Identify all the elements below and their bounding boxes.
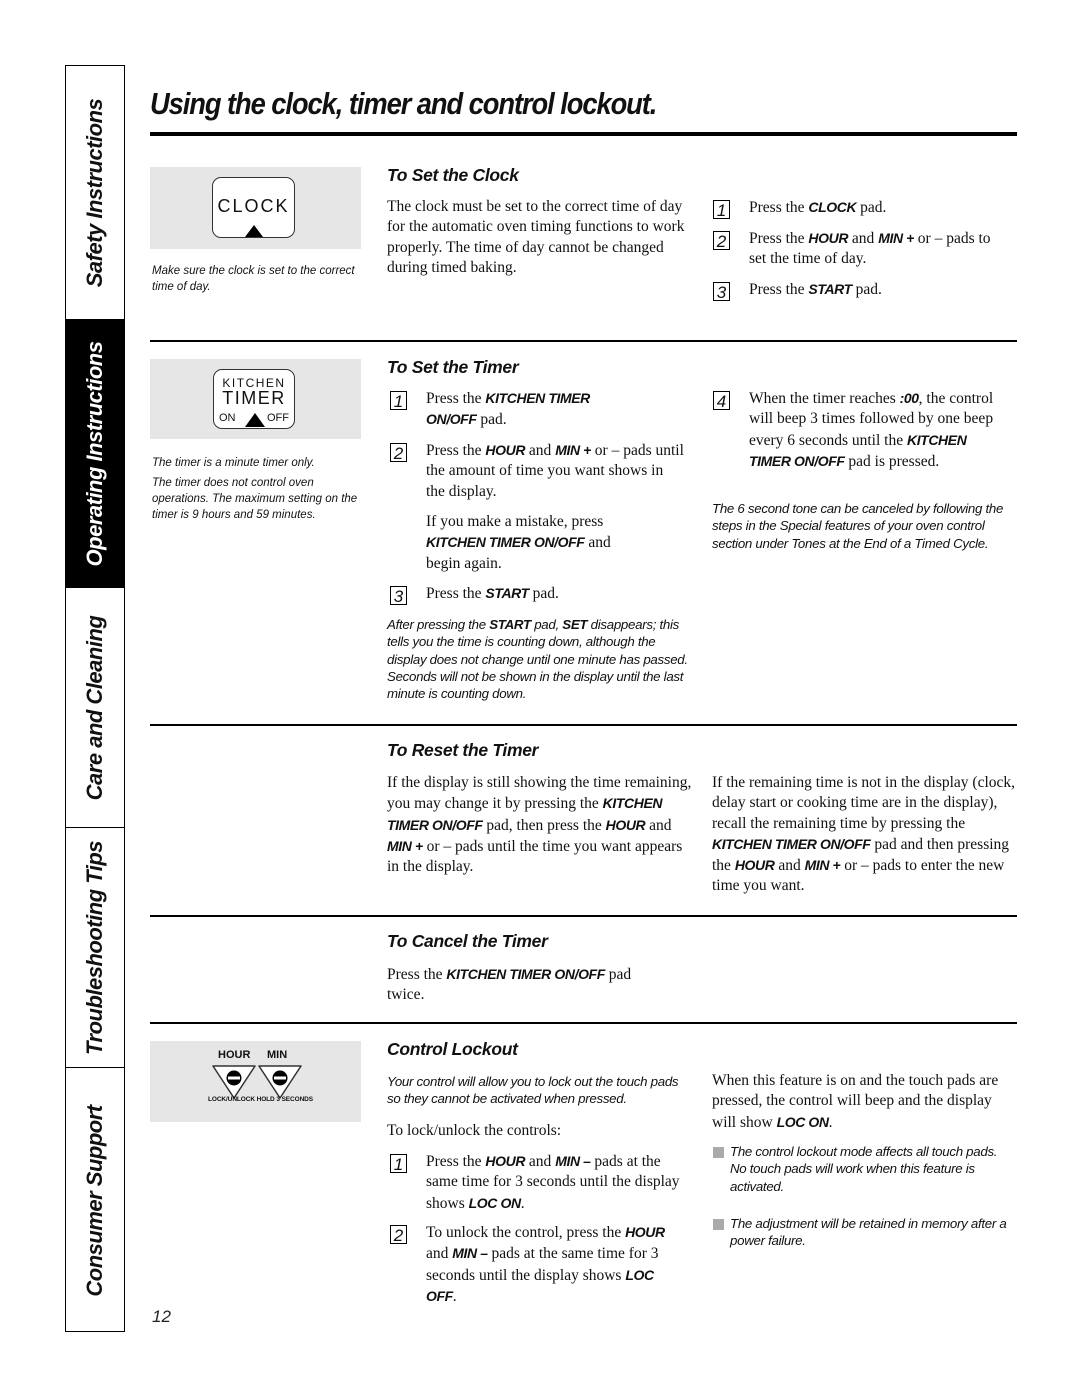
hour-min-minus-pads <box>212 1065 302 1099</box>
hour-minus-pad-icon <box>212 1065 256 1099</box>
step-number: 2 <box>390 1225 407 1245</box>
lockout-bullet-1: The control lockout mode affects all tou… <box>730 1144 998 1194</box>
step-number: 1 <box>390 1154 407 1174</box>
page-title: Using the clock, timer and control locko… <box>150 86 657 121</box>
bullet-icon <box>713 1219 724 1230</box>
timer-step-2: 2 Press the HOUR and MIN + or – pads unt… <box>390 440 690 504</box>
lockout-intro: Your control will allow you to lock out … <box>387 1074 679 1107</box>
tab-label: Operating Instructions <box>82 341 107 566</box>
timer-caption-2: The timer does not control oven operatio… <box>152 477 358 521</box>
lockout-bullet-2: The adjustment will be retained in memor… <box>730 1216 1007 1249</box>
tab-operating-instructions[interactable]: Operating Instructions <box>66 320 124 588</box>
step-number: 3 <box>390 586 407 606</box>
section-divider <box>150 915 1017 917</box>
kitchen-timer-pad: KITCHEN TIMER ON OFF <box>213 369 295 429</box>
step-number: 1 <box>713 200 730 220</box>
tab-troubleshooting-tips[interactable]: Troubleshooting Tips <box>66 828 124 1068</box>
tab-label: Consumer Support <box>82 1104 107 1297</box>
tab-care-and-cleaning[interactable]: Care and Cleaning <box>66 588 124 828</box>
clock-caption: Make sure the clock is set to the correc… <box>152 265 355 293</box>
up-arrow-icon <box>245 225 263 237</box>
title-rule <box>150 132 1017 136</box>
cancel-timer-heading: To Cancel the Timer <box>387 931 548 951</box>
step-number: 3 <box>713 282 730 302</box>
section-divider <box>150 340 1017 342</box>
step-number: 2 <box>390 443 407 463</box>
step-number: 2 <box>713 231 730 251</box>
section-tabs: Safety Instructions Operating Instructio… <box>65 65 125 1332</box>
up-arrow-icon <box>245 413 265 427</box>
tab-consumer-support[interactable]: Consumer Support <box>66 1068 124 1333</box>
timer-step-1: 1 Press the KITCHEN TIMER ON/OFF pad. <box>390 388 690 430</box>
clock-pad-label: CLOCK <box>217 196 290 216</box>
section-divider <box>150 724 1017 726</box>
lockout-lead: To lock/unlock the controls: <box>387 1122 562 1139</box>
clock-step-1: 1 Press the CLOCK pad. <box>713 197 1013 220</box>
step-number: 1 <box>390 391 407 411</box>
step-number: 4 <box>713 391 730 411</box>
reset-timer-left: If the display is still showing the time… <box>387 774 692 876</box>
tab-label: Care and Cleaning <box>82 615 107 800</box>
control-lockout-heading: Control Lockout <box>387 1039 518 1059</box>
set-clock-body: The clock must be set to the correct tim… <box>387 198 685 276</box>
reset-timer-heading: To Reset the Timer <box>387 740 539 760</box>
timer-start-note: After pressing the START pad, SET disapp… <box>387 617 688 702</box>
lockout-right-text: When this feature is on and the touch pa… <box>712 1072 999 1131</box>
page-number: 12 <box>152 1307 171 1326</box>
tone-note: The 6 second tone can be canceled by fol… <box>712 501 1004 551</box>
lock-note: LOCK/UNLOCK HOLD 3 SECONDS <box>208 1096 314 1103</box>
lock-pads-illustration: HOUR MIN LOCK/UNLOCK HOLD 3 SECONDS <box>150 1041 361 1122</box>
tab-label: Troubleshooting Tips <box>82 840 107 1055</box>
bullet-icon <box>713 1147 724 1158</box>
clock-step-2: 2 Press the HOUR and MIN + or – pads to … <box>713 228 1013 270</box>
timer-step-4: 4 When the timer reaches :00, the contro… <box>713 388 1013 493</box>
clock-pad: CLOCK <box>212 177 295 238</box>
cancel-timer-body: Press the KITCHEN TIMER ON/OFF pad twice… <box>387 966 632 1004</box>
set-timer-heading: To Set the Timer <box>387 357 519 377</box>
clock-step-3: 3 Press the START pad. <box>713 279 1013 302</box>
lockout-step-1: 1 Press the HOUR and MIN – pads at the s… <box>390 1151 690 1215</box>
timer-step-3: 3 Press the START pad. <box>390 583 690 606</box>
timer-caption-1: The timer is a minute timer only. <box>152 457 315 469</box>
tab-safety-instructions[interactable]: Safety Instructions <box>66 66 124 320</box>
timer-pad-illustration: KITCHEN TIMER ON OFF <box>150 359 361 439</box>
clock-pad-illustration: CLOCK <box>150 167 361 249</box>
lockout-step-2: 2 To unlock the control, press the HOUR … <box>390 1222 690 1306</box>
timer-mistake-note: If you make a mistake, press KITCHEN TIM… <box>426 513 611 572</box>
reset-timer-right: If the remaining time is not in the disp… <box>712 774 1016 895</box>
set-clock-heading: To Set the Clock <box>387 165 519 185</box>
tab-label: Safety Instructions <box>82 98 107 287</box>
section-divider <box>150 1022 1017 1024</box>
min-minus-pad-icon <box>258 1065 302 1099</box>
